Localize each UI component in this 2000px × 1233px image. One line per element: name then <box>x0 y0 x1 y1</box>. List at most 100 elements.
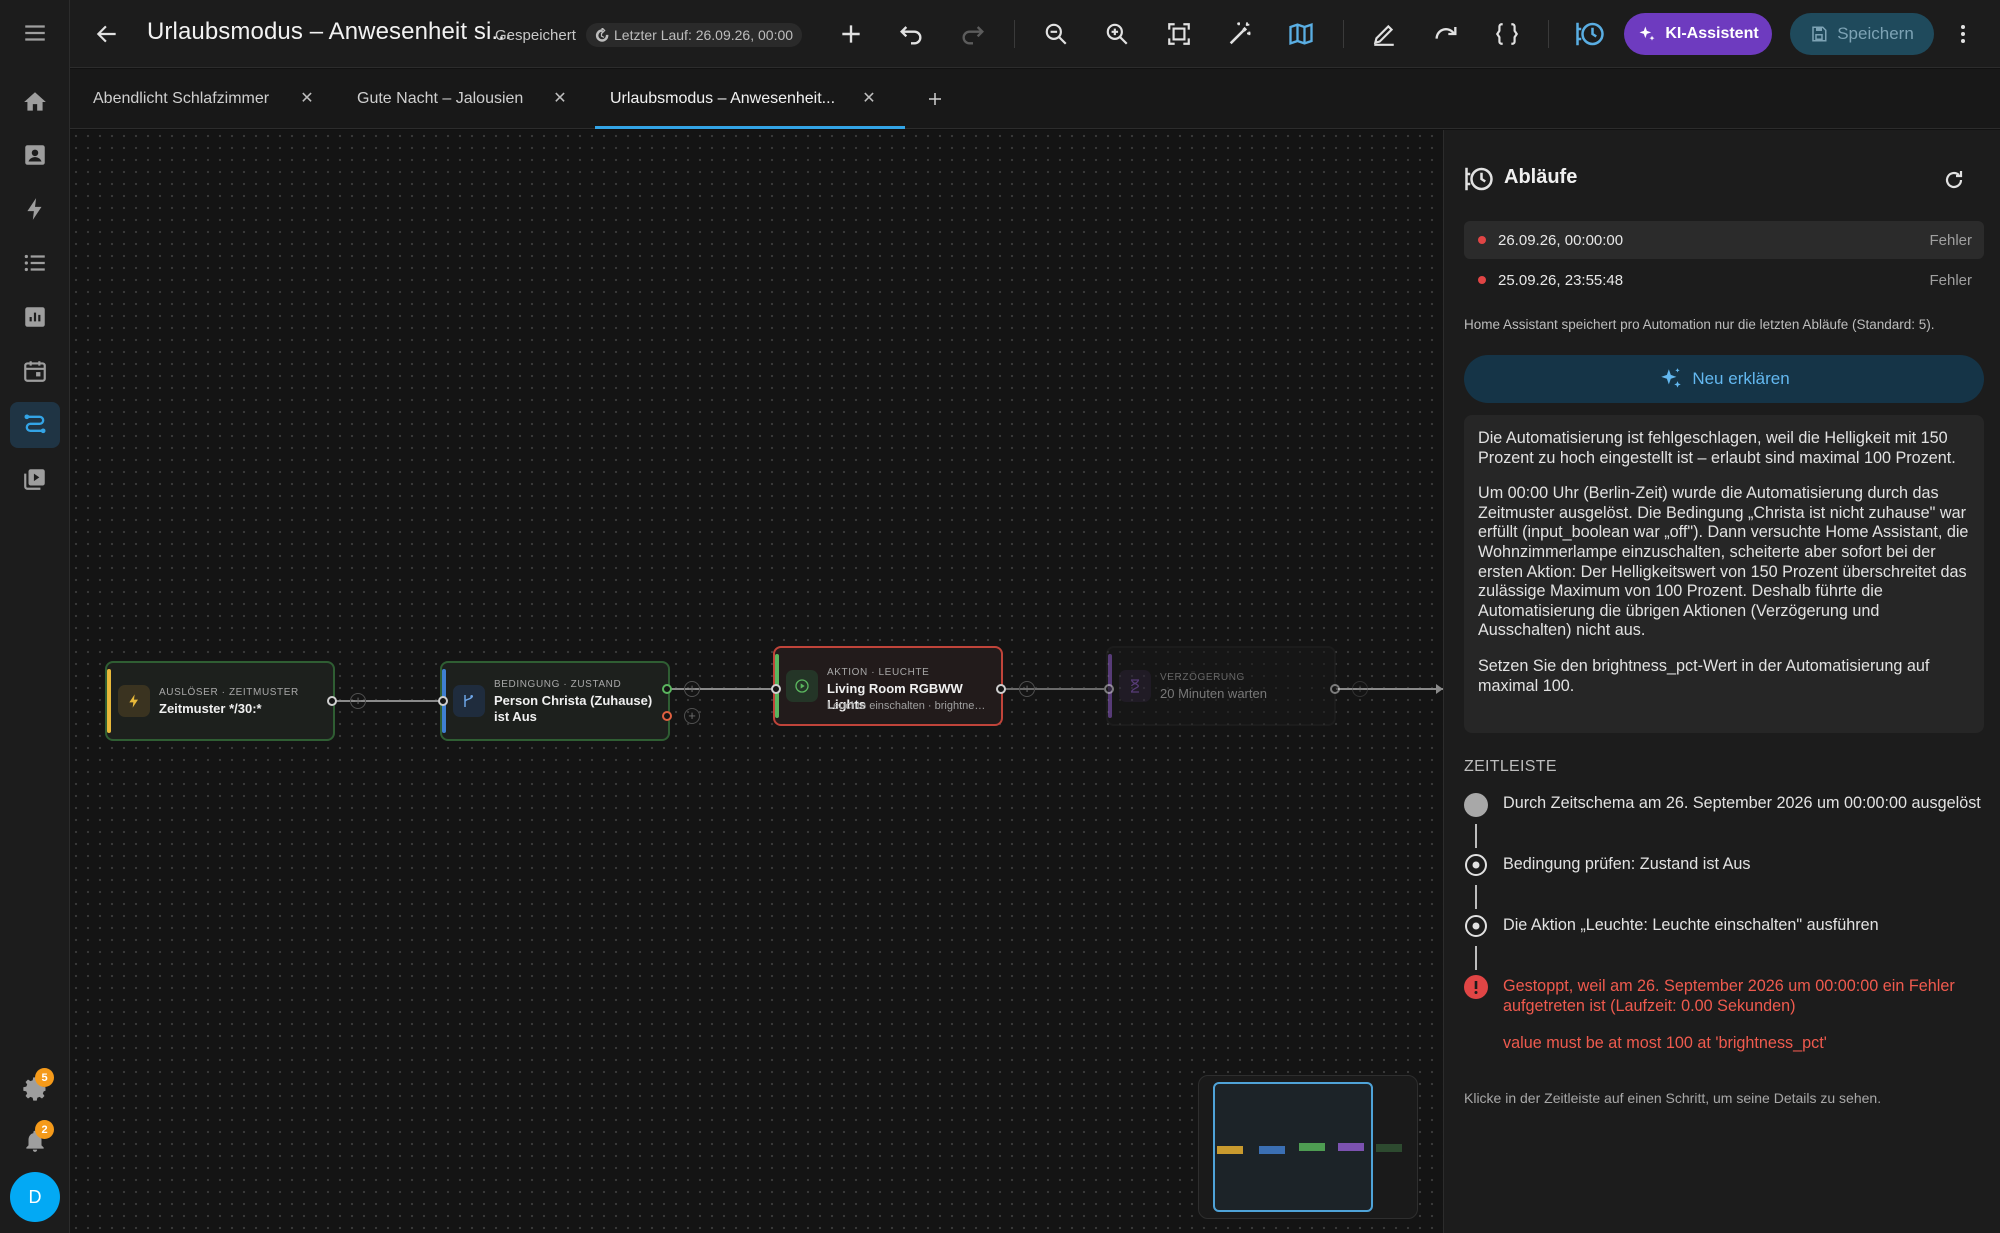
undo-icon <box>900 26 922 45</box>
ai-assistant-button[interactable]: KI-Assistent <box>1624 13 1772 55</box>
input-port[interactable] <box>771 684 781 694</box>
minimap-nodes <box>1217 1143 1402 1154</box>
zoom-in-button[interactable] <box>1094 11 1140 57</box>
pencil-icon <box>1373 24 1394 46</box>
node-label: 20 Minuten warten <box>1160 686 1267 701</box>
lightning-icon <box>118 685 150 717</box>
close-tab-icon[interactable]: ✕ <box>295 85 319 111</box>
run-actions-button[interactable] <box>1423 11 1469 57</box>
minimap[interactable] <box>1198 1075 1418 1219</box>
explain-again-button[interactable]: Neu erklären <box>1464 355 1984 403</box>
trigger-node[interactable]: Auslöser · Zeitmuster Zeitmuster */30:* <box>105 661 335 741</box>
sidebar-item-media[interactable] <box>10 456 60 502</box>
timeline-step[interactable]: Die Aktion „Leuchte: Leuchte einschalten… <box>1464 914 1984 944</box>
timeline-step[interactable]: Durch Zeitschema am 26. September 2026 u… <box>1464 793 1984 843</box>
input-port[interactable] <box>1104 684 1114 694</box>
add-button[interactable] <box>828 11 874 57</box>
add-step-icon[interactable]: + <box>350 693 366 709</box>
fit-view-button[interactable] <box>1156 11 1202 57</box>
flow-canvas[interactable]: Auslöser · Zeitmuster Zeitmuster */30:* … <box>70 130 1443 1233</box>
saved-status: Gespeichert <box>495 27 576 44</box>
sidebar-item-history[interactable] <box>10 294 60 340</box>
history-icon <box>595 27 609 42</box>
retention-note: Home Assistant speichert pro Automation … <box>1464 317 1935 332</box>
new-tab-button[interactable] <box>926 69 956 129</box>
output-port[interactable] <box>327 696 337 706</box>
list-icon <box>24 254 45 272</box>
timeline-step-error[interactable]: Gestoppt, weil am 26. September 2026 um … <box>1464 975 1984 1075</box>
sidebar-item-profile[interactable] <box>10 132 60 178</box>
sidebar-item-settings[interactable]: 5 <box>10 1066 60 1112</box>
undo-button[interactable] <box>888 11 934 57</box>
panel-title: Abläufe <box>1504 166 1578 188</box>
hourglass-icon <box>1119 670 1151 702</box>
delay-node[interactable]: Verzögerung 20 Minuten warten <box>1106 646 1336 726</box>
explanation-paragraph: Setzen Sie den brightness_pct-Wert in de… <box>1478 656 1930 695</box>
minimap-toggle[interactable] <box>1278 11 1324 57</box>
toolbar-divider <box>1548 20 1549 48</box>
edit-button[interactable] <box>1361 11 1407 57</box>
ai-assistant-label: KI-Assistent <box>1665 25 1759 42</box>
yaml-button[interactable] <box>1484 11 1530 57</box>
settings-badge: 5 <box>35 1068 54 1087</box>
output-port[interactable] <box>1330 684 1340 694</box>
trigger-color-bar <box>107 669 111 733</box>
add-step-icon[interactable]: + <box>1352 681 1368 697</box>
condition-node[interactable]: Bedingung · Zustand Person Christa (Zuha… <box>440 661 670 741</box>
avatar[interactable]: D <box>10 1172 60 1222</box>
sidebar-rail: 5 2 D <box>0 0 70 1233</box>
timeline-text: Bedingung prüfen: Zustand ist Aus <box>1503 855 1751 873</box>
traces-button[interactable] <box>1567 11 1613 57</box>
true-output-port[interactable] <box>662 684 672 694</box>
auto-layout-button[interactable] <box>1217 11 1263 57</box>
redo-button[interactable] <box>950 11 996 57</box>
branch-icon <box>453 685 485 717</box>
alert-circle-icon <box>1464 975 1488 999</box>
add-step-icon[interactable]: + <box>684 681 700 697</box>
zoom-out-button[interactable] <box>1033 11 1079 57</box>
overflow-menu-button[interactable] <box>1940 11 1986 57</box>
add-step-icon[interactable]: + <box>1019 681 1035 697</box>
sidebar-item-energy[interactable] <box>10 186 60 232</box>
sidebar-item-home[interactable] <box>10 79 60 125</box>
page-title[interactable]: Urlaubsmodus – Anwesenheit si... <box>147 18 512 46</box>
input-port[interactable] <box>438 696 448 706</box>
sidebar-item-calendar[interactable] <box>10 348 60 394</box>
refresh-button[interactable] <box>1938 164 1970 196</box>
output-port[interactable] <box>996 684 1006 694</box>
top-toolbar: Urlaubsmodus – Anwesenheit si... Gespeic… <box>70 0 2000 68</box>
run-time: 25.09.26, 23:55:48 <box>1498 271 1624 289</box>
calendar-icon <box>24 361 46 382</box>
tab-gute-nacht[interactable]: Gute Nacht – Jalousien <box>357 69 557 129</box>
save-button[interactable]: Speichern <box>1790 13 1934 55</box>
close-tab-icon[interactable]: ✕ <box>548 85 572 111</box>
save-label: Speichern <box>1837 24 1914 43</box>
timeline-text: Die Aktion „Leuchte: Leuchte einschalten… <box>1503 916 1879 934</box>
sidebar-item-automations[interactable] <box>10 402 60 448</box>
tab-label: Gute Nacht – Jalousien <box>357 90 524 107</box>
automation-icon <box>24 414 46 434</box>
menu-icon[interactable] <box>10 10 60 56</box>
node-label: Zeitmuster */30:* <box>159 701 262 716</box>
close-tab-icon[interactable]: ✕ <box>857 85 881 111</box>
map-icon <box>1289 23 1313 45</box>
trace-history-icon <box>1465 167 1493 191</box>
run-item[interactable]: 25.09.26, 23:55:48 Fehler <box>1464 261 1984 299</box>
false-output-port[interactable] <box>662 711 672 721</box>
magic-wand-icon <box>1229 22 1251 45</box>
tab-abendlicht[interactable]: Abendlicht Schlafzimmer <box>93 69 293 129</box>
timeline-heading: ZEITLEISTE <box>1464 758 1557 775</box>
sidebar-item-logbook[interactable] <box>10 240 60 286</box>
step-circle-icon <box>1465 915 1487 937</box>
timeline-text: Durch Zeitschema am 26. September 2026 u… <box>1503 794 1981 812</box>
timeline-step[interactable]: Bedingung prüfen: Zustand ist Aus <box>1464 853 1984 883</box>
back-button[interactable] <box>84 11 130 57</box>
run-item[interactable]: 26.09.26, 00:00:00 Fehler <box>1464 221 1984 259</box>
toolbar-divider <box>1343 20 1344 48</box>
fit-screen-icon <box>1168 23 1190 45</box>
tab-urlaubsmodus[interactable]: Urlaubsmodus – Anwesenheit... ✕ <box>595 69 905 129</box>
action-node[interactable]: Aktion · Leuchte Living Room RGBWW Light… <box>773 646 1003 726</box>
add-step-icon[interactable]: + <box>684 708 700 724</box>
last-run-chip[interactable]: Letzter Lauf: 26.09.26, 00:00 <box>586 23 803 47</box>
sidebar-item-notifications[interactable]: 2 <box>10 1118 60 1164</box>
